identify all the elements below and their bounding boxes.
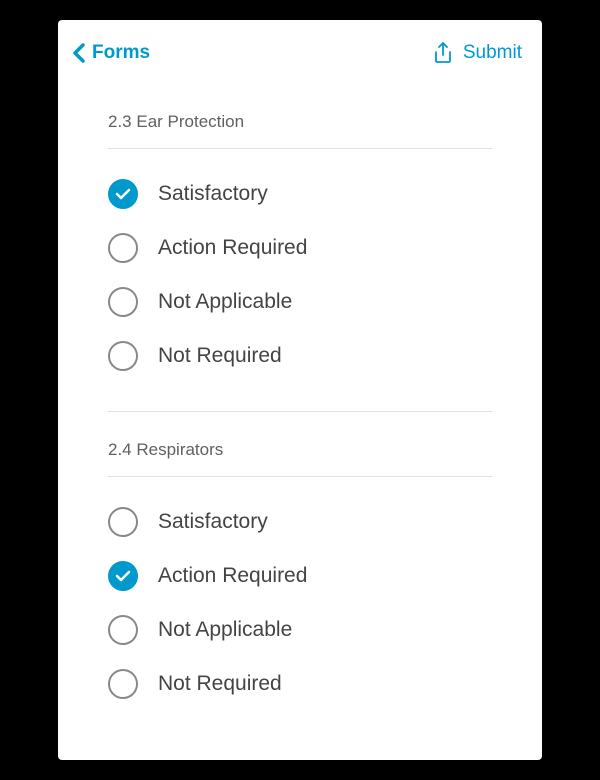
back-button[interactable]: Forms xyxy=(72,42,150,64)
option-row[interactable]: Not Applicable xyxy=(108,603,492,657)
option-row[interactable]: Satisfactory xyxy=(108,495,492,549)
radio-unselected xyxy=(108,669,138,699)
radio-unselected xyxy=(108,233,138,263)
option-label: Not Applicable xyxy=(158,290,292,314)
options-list: Satisfactory Action Required Not Applica… xyxy=(108,149,492,412)
chevron-left-icon xyxy=(72,43,86,63)
option-label: Not Applicable xyxy=(158,618,292,642)
option-label: Action Required xyxy=(158,236,307,260)
submit-button[interactable]: Submit xyxy=(433,42,522,64)
radio-unselected xyxy=(108,341,138,371)
form-content: 2.3 Ear Protection Satisfactory Action R… xyxy=(58,84,542,760)
option-row[interactable]: Action Required xyxy=(108,549,492,603)
option-label: Satisfactory xyxy=(158,510,268,534)
option-label: Action Required xyxy=(158,564,307,588)
upload-icon xyxy=(433,42,453,64)
options-list: Satisfactory Action Required Not Applica… xyxy=(108,477,492,739)
option-label: Not Required xyxy=(158,672,282,696)
radio-selected xyxy=(108,561,138,591)
radio-unselected xyxy=(108,507,138,537)
radio-selected xyxy=(108,179,138,209)
option-row[interactable]: Action Required xyxy=(108,221,492,275)
option-row[interactable]: Not Required xyxy=(108,657,492,711)
option-label: Not Required xyxy=(158,344,282,368)
submit-label: Submit xyxy=(463,42,522,64)
app-screen: Forms Submit 2.3 Ear Protection Sat xyxy=(58,20,542,760)
form-section: 2.4 Respirators Satisfactory Action Requ… xyxy=(108,440,492,739)
form-section: 2.3 Ear Protection Satisfactory Action R… xyxy=(108,112,492,412)
option-label: Satisfactory xyxy=(158,182,268,206)
header-bar: Forms Submit xyxy=(58,20,542,84)
option-row[interactable]: Not Required xyxy=(108,329,492,383)
radio-unselected xyxy=(108,287,138,317)
radio-unselected xyxy=(108,615,138,645)
option-row[interactable]: Not Applicable xyxy=(108,275,492,329)
option-row[interactable]: Satisfactory xyxy=(108,167,492,221)
back-label: Forms xyxy=(92,42,150,64)
section-title: 2.3 Ear Protection xyxy=(108,112,492,149)
section-title: 2.4 Respirators xyxy=(108,440,492,477)
